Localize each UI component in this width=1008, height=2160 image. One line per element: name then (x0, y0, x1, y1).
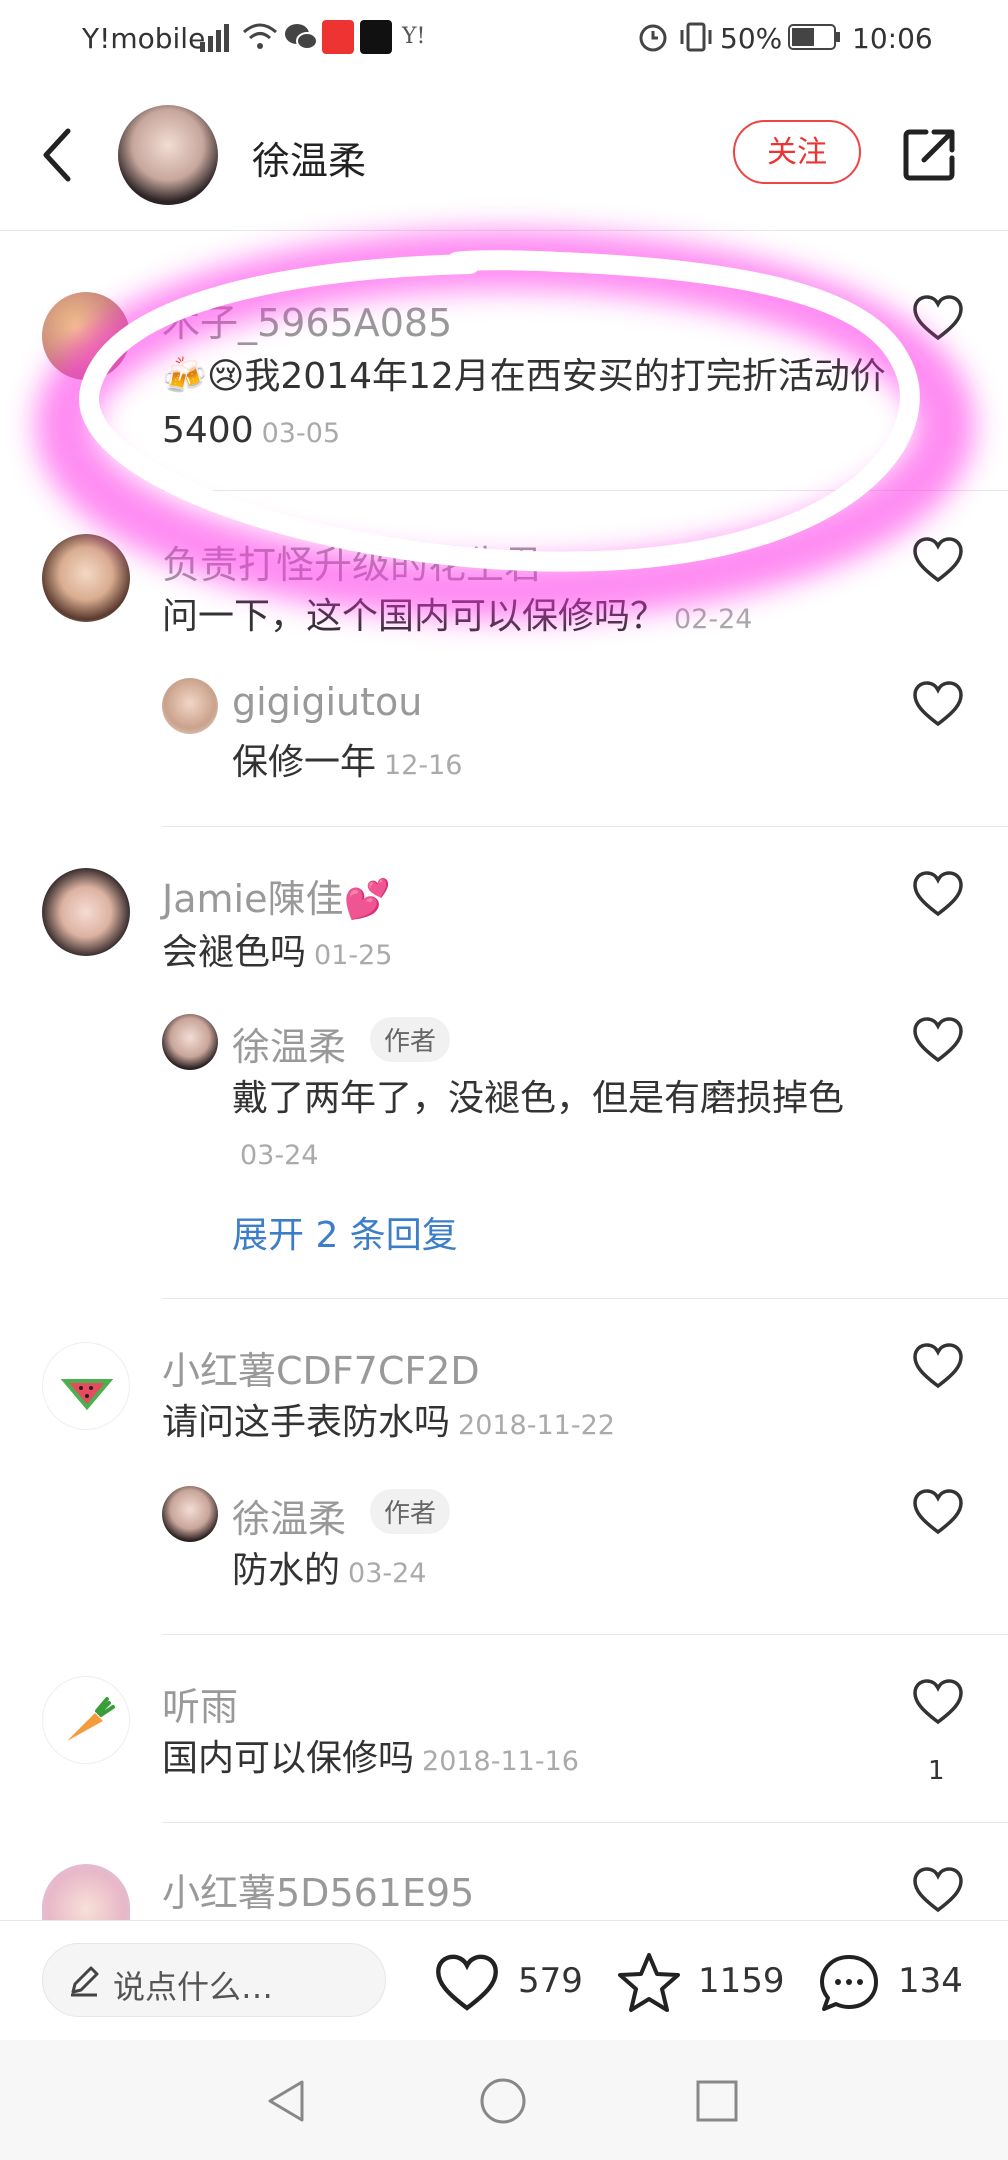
expand-replies-link[interactable]: 展开 2 条回复 (232, 1206, 458, 1258)
like-count: 1 (928, 1756, 945, 1786)
carrot-icon (67, 1697, 115, 1741)
system-navigation-bar (0, 2040, 1008, 2160)
comment-divider (162, 826, 1008, 827)
commenter-name[interactable]: Jamie陳佳💕 (162, 868, 391, 923)
author-badge: 作者 (370, 1489, 451, 1534)
highlight-marker-annotation (35, 230, 975, 620)
like-heart-icon[interactable] (912, 1342, 964, 1390)
comment-bubble-icon[interactable] (818, 1953, 880, 2013)
commenter-name[interactable]: 听雨 (162, 1676, 238, 1731)
comment-input-placeholder: 说点什么… (113, 1968, 274, 2006)
commenter-name[interactable]: 小红薯5D561E95 (162, 1862, 474, 1917)
like-icon[interactable] (434, 1953, 500, 2013)
like-heart-icon[interactable] (912, 1866, 964, 1914)
like-heart-icon[interactable] (912, 1488, 964, 1536)
favorite-total: 1159 (698, 1961, 785, 2001)
comment-time: 2018-11-16 (422, 1746, 579, 1777)
reply-time: 03-24 (348, 1558, 427, 1589)
nav-home-icon[interactable] (478, 2076, 528, 2126)
bottom-action-bar: 说点什么… 579 1159 134 (0, 1920, 1008, 2041)
comment-text[interactable]: 国内可以保修吗 2018-11-16 (162, 1732, 892, 1789)
comment-divider (162, 1822, 1008, 1823)
commenter-avatar[interactable] (42, 868, 130, 956)
comment-time: 01-25 (314, 940, 393, 971)
reply-time: 12-16 (384, 750, 463, 781)
watermelon-icon (60, 1379, 114, 1411)
comment-time: 2018-11-22 (458, 1410, 615, 1441)
nav-recents-icon[interactable] (694, 2078, 740, 2124)
star-icon[interactable] (616, 1951, 682, 2015)
commenter-name[interactable]: 小红薯CDF7CF2D (162, 1340, 480, 1395)
reply-text[interactable]: 防水的 03-24 (232, 1544, 872, 1601)
comment-text[interactable]: 会褪色吗 01-25 (162, 926, 892, 983)
comment-divider (162, 1634, 1008, 1635)
like-heart-icon[interactable] (912, 1678, 964, 1726)
commenter-avatar[interactable] (42, 1342, 130, 1430)
reply-avatar[interactable] (162, 1014, 218, 1070)
comment-input[interactable]: 说点什么… (42, 1943, 386, 2017)
comment-total: 134 (898, 1961, 963, 2001)
reply-time: 03-24 (240, 1140, 319, 1171)
like-total: 579 (518, 1961, 583, 2001)
like-heart-icon[interactable] (912, 1016, 964, 1064)
author-badge: 作者 (370, 1017, 451, 1062)
pencil-icon (71, 1966, 99, 1997)
reply-avatar[interactable] (162, 1486, 218, 1542)
comment-divider (162, 1298, 1008, 1299)
reply-text[interactable]: 保修一年 12-16 (232, 736, 892, 793)
commenter-avatar[interactable] (42, 1864, 130, 1920)
reply-name[interactable]: 徐温柔 (232, 1016, 346, 1071)
reply-name[interactable]: 徐温柔 (232, 1488, 346, 1543)
like-heart-icon[interactable] (912, 870, 964, 918)
comment-text[interactable]: 请问这手表防水吗 2018-11-22 (162, 1396, 892, 1453)
commenter-avatar[interactable] (42, 1676, 130, 1764)
reply-text[interactable]: 戴了两年了，没褪色，但是有磨损掉色03-24 (232, 1072, 872, 1183)
nav-back-icon[interactable] (262, 2076, 310, 2126)
